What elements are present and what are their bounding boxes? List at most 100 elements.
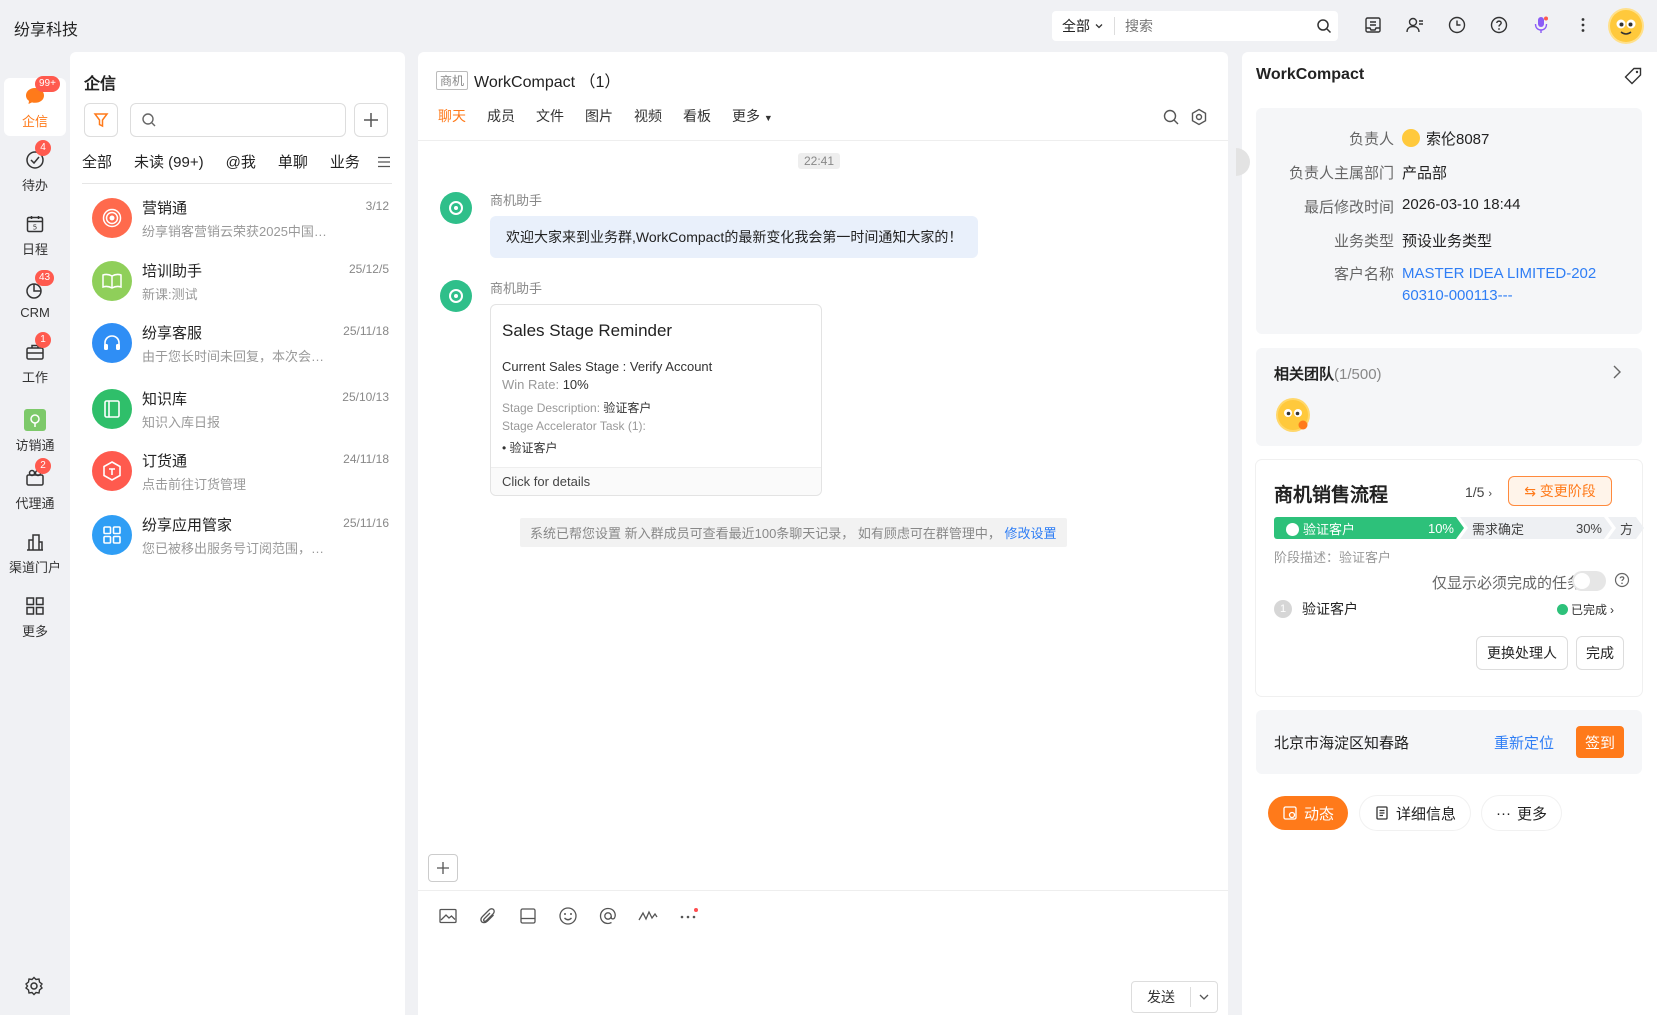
- user-avatar[interactable]: [1608, 8, 1644, 44]
- stage-item[interactable]: 需求确定 30%: [1460, 517, 1612, 539]
- tab-chat[interactable]: 聊天: [438, 106, 466, 126]
- conversation-search-input[interactable]: [130, 103, 346, 137]
- search-scope-select[interactable]: 全部: [1052, 17, 1115, 35]
- tab-members[interactable]: 成员: [487, 106, 515, 126]
- tab-direct[interactable]: 单聊: [278, 152, 308, 184]
- task-row[interactable]: 1 验证客户 已完成 ›: [1274, 598, 1624, 620]
- chevron-down-icon[interactable]: [1191, 991, 1217, 1003]
- group-settings-icon[interactable]: [1190, 108, 1208, 129]
- drive-icon[interactable]: [516, 904, 540, 928]
- team-member-avatar[interactable]: [1276, 398, 1310, 432]
- checkin-button[interactable]: 签到: [1576, 726, 1624, 758]
- nav-badge: 1: [35, 332, 51, 348]
- conversation-item[interactable]: 纷享客服 由于您长时间未回复，本次会话已结束 25/11/18: [70, 316, 405, 382]
- filter-button[interactable]: [84, 103, 118, 137]
- tab-business[interactable]: 业务: [330, 152, 360, 184]
- send-button[interactable]: 发送: [1131, 981, 1218, 1013]
- new-conversation-button[interactable]: [354, 103, 388, 137]
- search-icon[interactable]: [1310, 18, 1338, 34]
- help-icon[interactable]: [1486, 12, 1512, 38]
- emoji-icon[interactable]: [556, 904, 580, 928]
- history-icon[interactable]: [1444, 12, 1470, 38]
- process-step-nav[interactable]: 1/5 ›: [1465, 484, 1492, 500]
- card-details-link[interactable]: Click for details: [491, 467, 821, 495]
- add-attachment-button[interactable]: [428, 854, 458, 882]
- nav-item-qixin[interactable]: 99+ 企信: [4, 76, 66, 136]
- nav-item-work[interactable]: 1 工作: [4, 332, 66, 392]
- tab-board[interactable]: 看板: [683, 106, 711, 126]
- message-sender: 商机助手: [490, 193, 543, 208]
- conversation-item[interactable]: 订货通 点击前往订货管理 24/11/18: [70, 444, 405, 510]
- only-required-toggle[interactable]: [1572, 571, 1606, 591]
- win-rate-value: 10%: [562, 377, 589, 392]
- opportunity-info-card: 负责人 索伦8087 负责人主属部门 产品部 最后修改时间 2026-03-10…: [1256, 108, 1642, 334]
- info-key: 业务类型: [1333, 233, 1394, 250]
- tab-mentions[interactable]: @我: [226, 152, 256, 184]
- conversation-item[interactable]: 营销通 纷享销客营销云荣获2025中国数字化营销... 3/12: [70, 191, 405, 257]
- ai-assistant-icon[interactable]: [1528, 12, 1554, 38]
- bot-avatar[interactable]: [440, 192, 472, 224]
- signature-icon[interactable]: [636, 904, 660, 928]
- nav-badge: 43: [35, 270, 55, 286]
- nav-item-more[interactable]: 更多: [4, 588, 66, 646]
- card-stage: Current Sales Stage : Verify Account: [502, 359, 713, 374]
- conversation-item[interactable]: 培训助手 新课:测试 25/12/5: [70, 254, 405, 320]
- modify-settings-link[interactable]: 修改设置: [1005, 526, 1057, 541]
- reassign-button[interactable]: 更换处理人: [1476, 636, 1568, 670]
- complete-button[interactable]: 完成: [1576, 636, 1624, 670]
- win-rate-label: Win Rate:: [502, 377, 563, 392]
- conversation-name: 纷享应用管家: [142, 517, 233, 534]
- nav-item-calendar[interactable]: 5 日程: [4, 206, 66, 264]
- tab-files[interactable]: 文件: [536, 106, 564, 126]
- info-value-owner[interactable]: 索伦8087: [1402, 128, 1489, 149]
- search-input[interactable]: [1115, 18, 1310, 34]
- chevron-right-icon[interactable]: [1610, 364, 1624, 383]
- tag-icon[interactable]: [1623, 66, 1643, 89]
- conversation-item[interactable]: 纷享应用管家 您已被移出服务号订阅范围，无法继续使用 25/11/16: [70, 508, 405, 574]
- chat-tabs: 聊天 成员 文件 图片 视频 看板 更多 ▼: [438, 106, 794, 126]
- card-task-label: Stage Accelerator Task (1):: [502, 419, 646, 433]
- stage-name: 验证客户: [1286, 519, 1355, 538]
- conversation-date: 25/11/16: [343, 516, 389, 530]
- settings-icon[interactable]: [23, 975, 45, 1000]
- tab-activity[interactable]: 动态: [1268, 796, 1349, 830]
- target-icon: [449, 289, 463, 303]
- conversation-item[interactable]: 知识库 知识入库日报 25/10/13: [70, 382, 405, 448]
- tab-images[interactable]: 图片: [585, 106, 613, 126]
- tab-videos[interactable]: 视频: [634, 106, 662, 126]
- inbox-icon[interactable]: [1360, 12, 1386, 38]
- nav-item-todo[interactable]: 4 待办: [4, 140, 66, 200]
- related-team-card[interactable]: 相关团队(1/500): [1256, 348, 1642, 446]
- change-stage-button[interactable]: ⇆ 变更阶段: [1508, 476, 1612, 506]
- tab-unread[interactable]: 未读 (99+): [134, 152, 204, 184]
- help-icon[interactable]: [1614, 572, 1630, 591]
- search-icon[interactable]: [1162, 108, 1180, 129]
- contacts-icon[interactable]: [1402, 12, 1428, 38]
- detail-tabs: 动态 详细信息 ··· 更多: [1268, 796, 1562, 830]
- image-icon[interactable]: [436, 904, 460, 928]
- bot-avatar[interactable]: [440, 280, 472, 312]
- more-horizontal-icon[interactable]: [676, 904, 700, 928]
- at-mention-icon[interactable]: [596, 904, 620, 928]
- tab-all[interactable]: 全部: [82, 152, 112, 184]
- conversation-name: 纷享客服: [142, 325, 203, 342]
- paperclip-icon[interactable]: [476, 904, 500, 928]
- tab-details[interactable]: 详细信息: [1360, 796, 1471, 830]
- stage-item[interactable]: 验证客户 10%: [1274, 517, 1464, 539]
- nav-badge: 2: [35, 458, 51, 474]
- customer-link[interactable]: MASTER IDEA LIMITED-20260310-000113---: [1402, 263, 1602, 307]
- tab-more[interactable]: 更多 ▼: [732, 106, 773, 126]
- nav-item-agent[interactable]: 2 代理通: [4, 458, 66, 518]
- nav-item-crm[interactable]: 43 CRM: [4, 270, 66, 328]
- caret-down-icon: ▼: [763, 113, 773, 123]
- sales-stage-card[interactable]: Sales Stage Reminder Current Sales Stage…: [490, 304, 822, 496]
- collapse-handle[interactable]: [1236, 148, 1250, 176]
- more-vertical-icon[interactable]: [1570, 12, 1596, 38]
- nav-item-channel-portal[interactable]: 渠道门户: [4, 524, 66, 582]
- stage-item[interactable]: 方: [1608, 517, 1644, 539]
- global-search[interactable]: 全部: [1052, 11, 1338, 41]
- nav-item-fangxiao[interactable]: 访销通: [4, 402, 66, 460]
- tab-more[interactable]: ··· 更多: [1482, 796, 1562, 830]
- relocate-link[interactable]: 重新定位: [1494, 732, 1554, 753]
- menu-icon[interactable]: [376, 154, 392, 174]
